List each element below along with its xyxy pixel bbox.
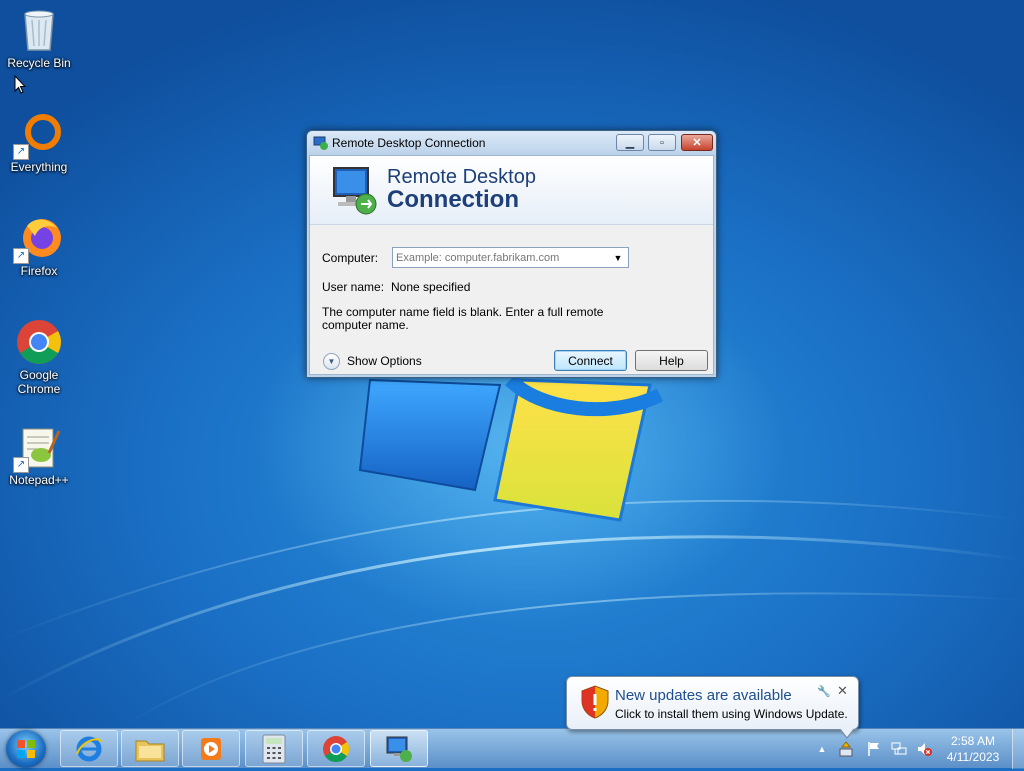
- recycle-bin-icon: [15, 6, 63, 54]
- banner-title-line2: Connection: [387, 186, 519, 213]
- chrome-icon: [15, 318, 63, 366]
- minimize-icon: ▁: [625, 137, 635, 149]
- mouse-cursor-icon: [14, 75, 26, 94]
- clock-date: 4/11/2023: [946, 750, 1000, 764]
- network-tray[interactable]: [891, 741, 907, 757]
- action-center-tray[interactable]: [866, 741, 882, 757]
- computer-input[interactable]: [396, 249, 606, 266]
- desktop-icon-label: Everything: [10, 160, 68, 174]
- remote-desktop-monitor-icon: [328, 164, 380, 219]
- computer-label: Computer:: [322, 251, 379, 265]
- chrome-icon: [323, 735, 350, 762]
- notification-body: Click to install them using Windows Upda…: [615, 707, 848, 721]
- close-icon[interactable]: ✕: [837, 683, 848, 699]
- window-titlebar[interactable]: Remote Desktop Connection ▁ ▫ ✕: [307, 131, 716, 155]
- shortcut-arrow-icon: ↗: [13, 248, 29, 264]
- volume-tray[interactable]: [916, 741, 932, 757]
- desktop-icon-label: Notepad++: [9, 473, 69, 487]
- username-value: None specified: [391, 280, 471, 294]
- desktop: Recycle Bin ↗ Everything ↗ Firefox Googl…: [0, 0, 1024, 728]
- network-icon: [891, 742, 907, 755]
- windows-logo-icon: [17, 740, 35, 758]
- notepadpp-icon: ↗: [13, 423, 63, 473]
- desktop-icon-label: Recycle Bin: [7, 56, 71, 70]
- computer-combobox[interactable]: ▼: [392, 247, 629, 268]
- flag-icon: [868, 742, 879, 756]
- taskbar-chrome[interactable]: [307, 730, 365, 767]
- chevron-down-icon: ▼: [323, 352, 340, 370]
- wrench-icon[interactable]: 🔧: [817, 685, 831, 698]
- chevron-up-icon: ▲: [817, 744, 827, 754]
- shield-warning-icon: [581, 685, 609, 719]
- ie-icon: [76, 736, 102, 761]
- notification-title: New updates are available: [615, 687, 792, 704]
- taskbar-media-player[interactable]: [182, 730, 240, 767]
- maximize-button[interactable]: ▫: [648, 134, 676, 151]
- desktop-icon-label: Google Chrome: [17, 368, 61, 396]
- taskbar-internet-explorer[interactable]: [60, 730, 118, 767]
- close-button[interactable]: ✕: [681, 134, 713, 151]
- desktop-icon-everything[interactable]: ↗ Everything: [1, 110, 77, 174]
- media-player-icon: [201, 737, 221, 760]
- balloon-tail-inner: [840, 728, 854, 737]
- clock-time: 2:58 AM: [950, 734, 996, 748]
- remote-desktop-window: Remote Desktop Connection ▁ ▫ ✕ Remote D…: [306, 130, 717, 378]
- remote-desktop-icon: [313, 135, 329, 154]
- desktop-icon-firefox[interactable]: ↗ Firefox: [1, 214, 77, 278]
- taskbar-remote-desktop[interactable]: [370, 730, 428, 767]
- system-clock[interactable]: 2:58 AM 4/11/2023: [940, 733, 1006, 765]
- show-hidden-icons-button[interactable]: ▲: [814, 741, 830, 757]
- taskbar-windows-explorer[interactable]: [121, 730, 179, 767]
- firefox-icon: ↗: [13, 214, 63, 264]
- calculator-icon: [262, 734, 286, 763]
- window-title: Remote Desktop Connection: [332, 136, 486, 150]
- minimize-button[interactable]: ▁: [616, 134, 644, 151]
- taskbar: ▲ 2:58 AM 4/11/2023: [0, 728, 1024, 769]
- desktop-icon-notepadpp[interactable]: ↗ Notepad++: [1, 423, 77, 487]
- windows-update-tray[interactable]: [838, 741, 854, 757]
- windows-update-icon: [839, 741, 853, 757]
- username-label: User name:: [322, 280, 385, 294]
- shortcut-arrow-icon: ↗: [13, 144, 29, 160]
- window-client-area: Remote Desktop Connection Computer: ▼ Us…: [309, 155, 714, 375]
- shortcut-arrow-icon: ↗: [13, 457, 29, 473]
- show-desktop-button[interactable]: [1012, 729, 1024, 769]
- dropdown-arrow-icon[interactable]: ▼: [610, 249, 626, 266]
- everything-icon: ↗: [13, 110, 63, 160]
- start-button[interactable]: [6, 730, 46, 768]
- dialog-banner: Remote Desktop Connection: [310, 156, 713, 225]
- connect-button[interactable]: Connect: [554, 350, 627, 371]
- help-button[interactable]: Help: [635, 350, 708, 371]
- blank-computer-message: The computer name field is blank. Enter …: [322, 305, 604, 332]
- taskbar-calculator[interactable]: [245, 730, 303, 767]
- desktop-icon-label: Firefox: [20, 264, 58, 278]
- close-icon: ✕: [692, 137, 702, 149]
- maximize-icon: ▫: [660, 136, 664, 149]
- remote-desktop-icon: [386, 736, 412, 762]
- desktop-icon-chrome[interactable]: Google Chrome: [1, 318, 77, 396]
- desktop-icon-recycle-bin[interactable]: Recycle Bin: [1, 6, 77, 70]
- show-options-toggle[interactable]: ▼ Show Options: [323, 352, 422, 370]
- volume-muted-icon: [918, 743, 932, 756]
- update-notification-balloon[interactable]: New updates are available Click to insta…: [566, 676, 859, 739]
- show-options-label: Show Options: [347, 354, 422, 368]
- folder-icon: [135, 740, 165, 761]
